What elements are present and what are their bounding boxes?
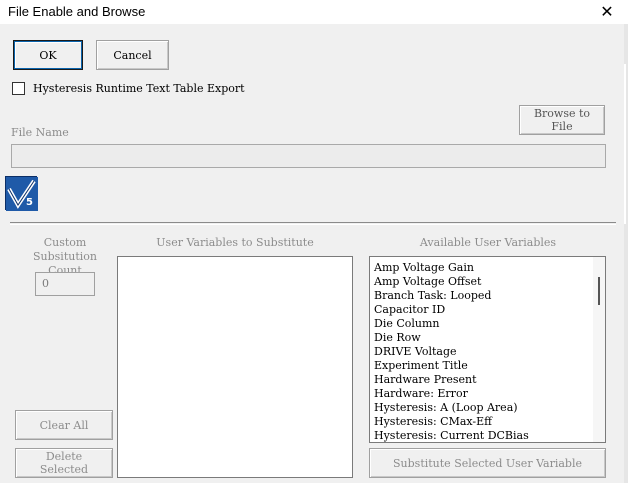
list-item[interactable]: DRIVE Voltage bbox=[374, 345, 457, 359]
list-item[interactable]: Hardware: Error bbox=[374, 387, 468, 401]
delete-selected-button[interactable]: Delete Selected bbox=[15, 448, 113, 478]
list-item[interactable]: Hysteresis: A (Loop Area) bbox=[374, 401, 518, 415]
section-separator bbox=[10, 222, 616, 225]
available-vars-label: Available User Variables bbox=[419, 236, 557, 249]
custom-count-field[interactable]: 0 bbox=[35, 272, 95, 296]
available-vars-scrollbar[interactable] bbox=[593, 257, 605, 442]
list-item[interactable]: Amp Voltage Offset bbox=[374, 275, 481, 289]
list-item[interactable]: Capacitor ID bbox=[374, 303, 445, 317]
list-item[interactable]: Die Row bbox=[374, 331, 421, 345]
available-vars-list[interactable]: Amp Voltage Gain Amp Voltage Offset Bran… bbox=[369, 256, 606, 443]
list-item[interactable]: Branch Task: Looped bbox=[374, 289, 491, 303]
dialog-window: File Enable and Browse ✕ OK Cancel Hyste… bbox=[0, 0, 628, 483]
hysteresis-export-label: Hysteresis Runtime Text Table Export bbox=[33, 82, 245, 95]
user-vars-list[interactable] bbox=[117, 256, 353, 478]
logo-digit: 5 bbox=[26, 197, 33, 208]
ok-button[interactable]: OK bbox=[13, 40, 83, 70]
substitute-selected-button[interactable]: Substitute Selected User Variable bbox=[369, 448, 606, 478]
list-item[interactable]: Amp Voltage Gain bbox=[374, 261, 474, 275]
title-bar: File Enable and Browse ✕ bbox=[0, 0, 628, 24]
window-title: File Enable and Browse bbox=[8, 4, 146, 19]
clear-all-button[interactable]: Clear All bbox=[15, 410, 113, 440]
file-name-field[interactable] bbox=[11, 144, 606, 168]
scrollbar-thumb[interactable] bbox=[598, 277, 600, 305]
file-name-label: File Name bbox=[11, 126, 69, 139]
browse-to-file-button[interactable]: Browse to File bbox=[519, 105, 605, 135]
list-item[interactable]: Hysteresis: CMax-Eff bbox=[374, 415, 492, 429]
list-item[interactable]: Hysteresis: Current DCBias bbox=[374, 429, 529, 442]
list-item[interactable]: Die Column bbox=[374, 317, 440, 331]
vision5-logo-icon: 5 bbox=[5, 176, 38, 211]
close-icon[interactable]: ✕ bbox=[596, 1, 618, 23]
list-item[interactable]: Hardware Present bbox=[374, 373, 477, 387]
window-edge bbox=[624, 24, 628, 483]
list-item[interactable]: Experiment Title bbox=[374, 359, 468, 373]
user-vars-label: User Variables to Substitute bbox=[156, 236, 314, 249]
cancel-button[interactable]: Cancel bbox=[96, 40, 169, 70]
hysteresis-export-checkbox[interactable] bbox=[12, 82, 25, 95]
